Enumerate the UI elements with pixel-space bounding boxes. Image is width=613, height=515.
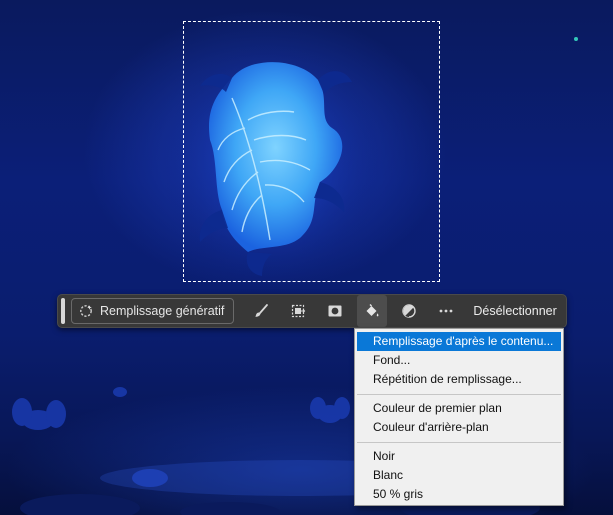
create-mask-button[interactable] (320, 295, 350, 327)
brush-tool-button[interactable] (246, 295, 276, 327)
adjustment-layer-button[interactable] (394, 295, 424, 327)
transform-selection-button[interactable] (283, 295, 313, 327)
menu-item-pattern-fill[interactable]: Répétition de remplissage... (355, 370, 563, 389)
paint-bucket-icon (364, 303, 380, 319)
menu-item-content-aware-fill[interactable]: Remplissage d'après le contenu... (357, 332, 561, 351)
fill-dropdown-menu: Remplissage d'après le contenu... Fond..… (354, 328, 564, 506)
more-options-button[interactable] (431, 295, 461, 327)
mask-icon (327, 303, 343, 319)
generative-fill-label: Remplissage génératif (100, 304, 225, 318)
generative-fill-button[interactable]: Remplissage génératif (71, 298, 235, 324)
menu-separator (357, 394, 561, 395)
menu-item-background-color[interactable]: Couleur d'arrière-plan (355, 418, 563, 437)
menu-item-50-gray[interactable]: 50 % gris (355, 485, 563, 504)
canvas-sparkle (574, 37, 578, 41)
menu-item-black[interactable]: Noir (355, 447, 563, 466)
brush-icon (253, 303, 269, 319)
more-icon (438, 303, 454, 319)
fill-selection-button[interactable] (357, 295, 388, 327)
menu-separator (357, 442, 561, 443)
taskbar-drag-handle[interactable] (61, 298, 65, 324)
selection-marquee[interactable] (183, 21, 440, 282)
menu-item-background[interactable]: Fond... (355, 351, 563, 370)
menu-item-foreground-color[interactable]: Couleur de premier plan (355, 399, 563, 418)
menu-item-white[interactable]: Blanc (355, 466, 563, 485)
contextual-task-bar: Remplissage génératif Désélectionner (57, 294, 567, 328)
adjustment-icon (401, 303, 417, 319)
deselect-button[interactable]: Désélectionner (473, 304, 556, 318)
transform-selection-icon (290, 303, 306, 319)
generative-sparkle-icon (79, 304, 93, 318)
